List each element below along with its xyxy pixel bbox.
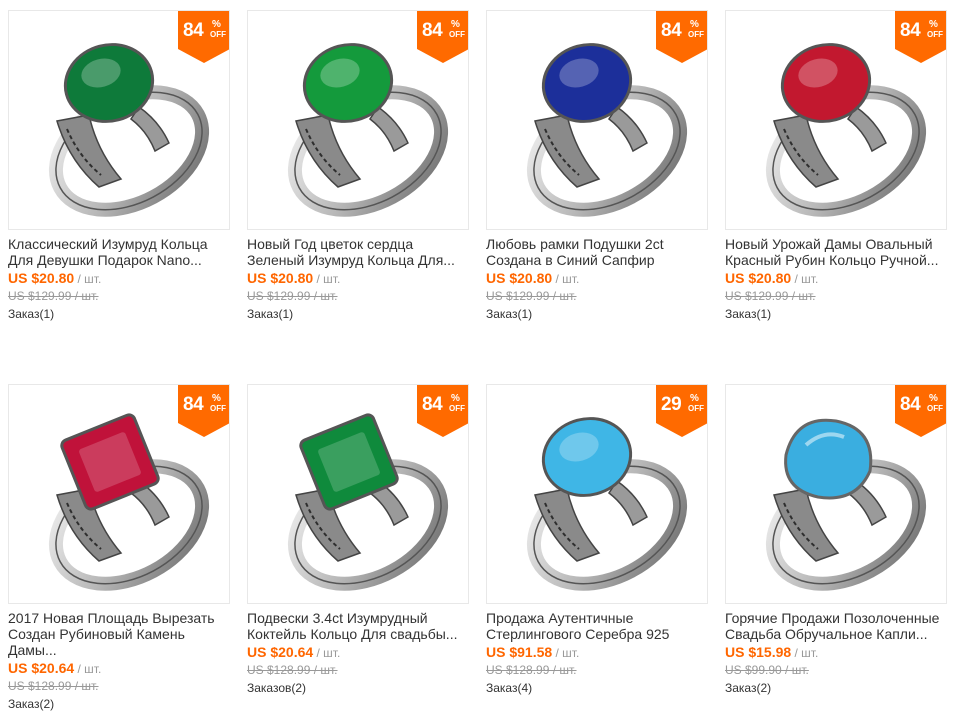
product-image[interactable]: 84% OFF [486, 10, 708, 230]
price-line: US $15.98 / шт. [725, 644, 818, 661]
price-line: US $20.80 / шт. [8, 270, 101, 287]
product-title-link[interactable]: Продажа Аутентичные Стерлингового Серебр… [486, 610, 708, 642]
current-price: US $20.80 [486, 270, 553, 286]
orders-count-link[interactable]: Заказ(2) [8, 697, 54, 711]
orders-count-link[interactable]: Заказ(2) [725, 681, 771, 695]
original-price: US $128.99 / шт. [8, 679, 99, 693]
discount-value: 84 [183, 20, 204, 41]
off-label: OFF [688, 30, 704, 39]
product-image[interactable]: 84% OFF [725, 10, 947, 230]
price-unit: / шт. [791, 646, 819, 660]
product-title-link[interactable]: Горячие Продажи Позолоченные Свадьба Обр… [725, 610, 947, 642]
price-unit: / шт. [552, 272, 580, 286]
percent-sign: % [690, 393, 699, 404]
price-line: US $20.80 / шт. [247, 270, 340, 287]
original-price: US $128.99 / шт. [486, 663, 577, 677]
discount-badge: 84% OFF [656, 11, 707, 63]
product-title-link[interactable]: Новый Год цветок сердца Зеленый Изумруд … [247, 236, 469, 268]
original-price: US $128.99 / шт. [247, 663, 338, 677]
orders-count-link[interactable]: Заказ(1) [725, 307, 771, 321]
off-label: OFF [688, 404, 704, 413]
discount-value: 84 [900, 20, 921, 41]
product-title-link[interactable]: Подвески 3.4ct Изумрудный Коктейль Кольц… [247, 610, 469, 642]
percent-sign: % [212, 393, 221, 404]
price-unit: / шт. [313, 646, 341, 660]
percent-sign: % [451, 19, 460, 30]
orders-count-link[interactable]: Заказ(4) [486, 681, 532, 695]
current-price: US $20.64 [247, 644, 314, 660]
orders-count-link[interactable]: Заказ(1) [8, 307, 54, 321]
orders-count-link[interactable]: Заказ(1) [486, 307, 532, 321]
price-line: US $20.80 / шт. [725, 270, 818, 287]
product-title-link[interactable]: Любовь рамки Подушки 2ct Создана в Синий… [486, 236, 708, 268]
product-image[interactable]: 29% OFF [486, 384, 708, 604]
discount-badge: 84% OFF [417, 385, 468, 437]
product-grid: 84% OFF Классический Изумруд Кольца Для Де… [0, 0, 961, 711]
percent-sign: % [690, 19, 699, 30]
discount-value: 84 [183, 394, 204, 415]
product-title-link[interactable]: Новый Урожай Дамы Овальный Красный Рубин… [725, 236, 947, 268]
product-image[interactable]: 84% OFF [8, 10, 230, 230]
discount-badge: 84% OFF [178, 11, 229, 63]
original-price: US $129.99 / шт. [8, 289, 99, 303]
product-image[interactable]: 84% OFF [247, 10, 469, 230]
current-price: US $91.58 [486, 644, 553, 660]
original-price: US $129.99 / шт. [247, 289, 338, 303]
discount-badge: 84% OFF [895, 11, 946, 63]
original-price: US $99.90 / шт. [725, 663, 809, 677]
price-line: US $20.64 / шт. [247, 644, 340, 661]
orders-count-link[interactable]: Заказ(1) [247, 307, 293, 321]
original-price: US $129.99 / шт. [725, 289, 816, 303]
current-price: US $15.98 [725, 644, 792, 660]
off-label: OFF [927, 404, 943, 413]
percent-sign: % [929, 393, 938, 404]
discount-badge: 29% OFF [656, 385, 707, 437]
discount-value: 84 [422, 20, 443, 41]
discount-badge: 84% OFF [417, 11, 468, 63]
current-price: US $20.80 [8, 270, 75, 286]
percent-sign: % [929, 19, 938, 30]
discount-value: 29 [661, 394, 682, 415]
current-price: US $20.80 [725, 270, 792, 286]
off-label: OFF [927, 30, 943, 39]
discount-badge: 84% OFF [895, 385, 946, 437]
discount-value: 84 [900, 394, 921, 415]
percent-sign: % [451, 393, 460, 404]
off-label: OFF [210, 404, 226, 413]
price-unit: / шт. [552, 646, 580, 660]
price-unit: / шт. [313, 272, 341, 286]
orders-count-link[interactable]: Заказов(2) [247, 681, 306, 695]
price-unit: / шт. [74, 272, 102, 286]
current-price: US $20.64 [8, 660, 75, 676]
product-image[interactable]: 84% OFF [247, 384, 469, 604]
discount-badge: 84% OFF [178, 385, 229, 437]
current-price: US $20.80 [247, 270, 314, 286]
product-image[interactable]: 84% OFF [725, 384, 947, 604]
price-line: US $20.80 / шт. [486, 270, 579, 287]
off-label: OFF [449, 404, 465, 413]
off-label: OFF [449, 30, 465, 39]
original-price: US $129.99 / шт. [486, 289, 577, 303]
off-label: OFF [210, 30, 226, 39]
product-title-link[interactable]: 2017 Новая Площадь Вырезать Создан Рубин… [8, 610, 230, 658]
price-line: US $20.64 / шт. [8, 660, 101, 677]
price-unit: / шт. [791, 272, 819, 286]
product-title-link[interactable]: Классический Изумруд Кольца Для Девушки … [8, 236, 230, 268]
percent-sign: % [212, 19, 221, 30]
product-image[interactable]: 84% OFF [8, 384, 230, 604]
price-unit: / шт. [74, 662, 102, 676]
discount-value: 84 [422, 394, 443, 415]
discount-value: 84 [661, 20, 682, 41]
price-line: US $91.58 / шт. [486, 644, 579, 661]
